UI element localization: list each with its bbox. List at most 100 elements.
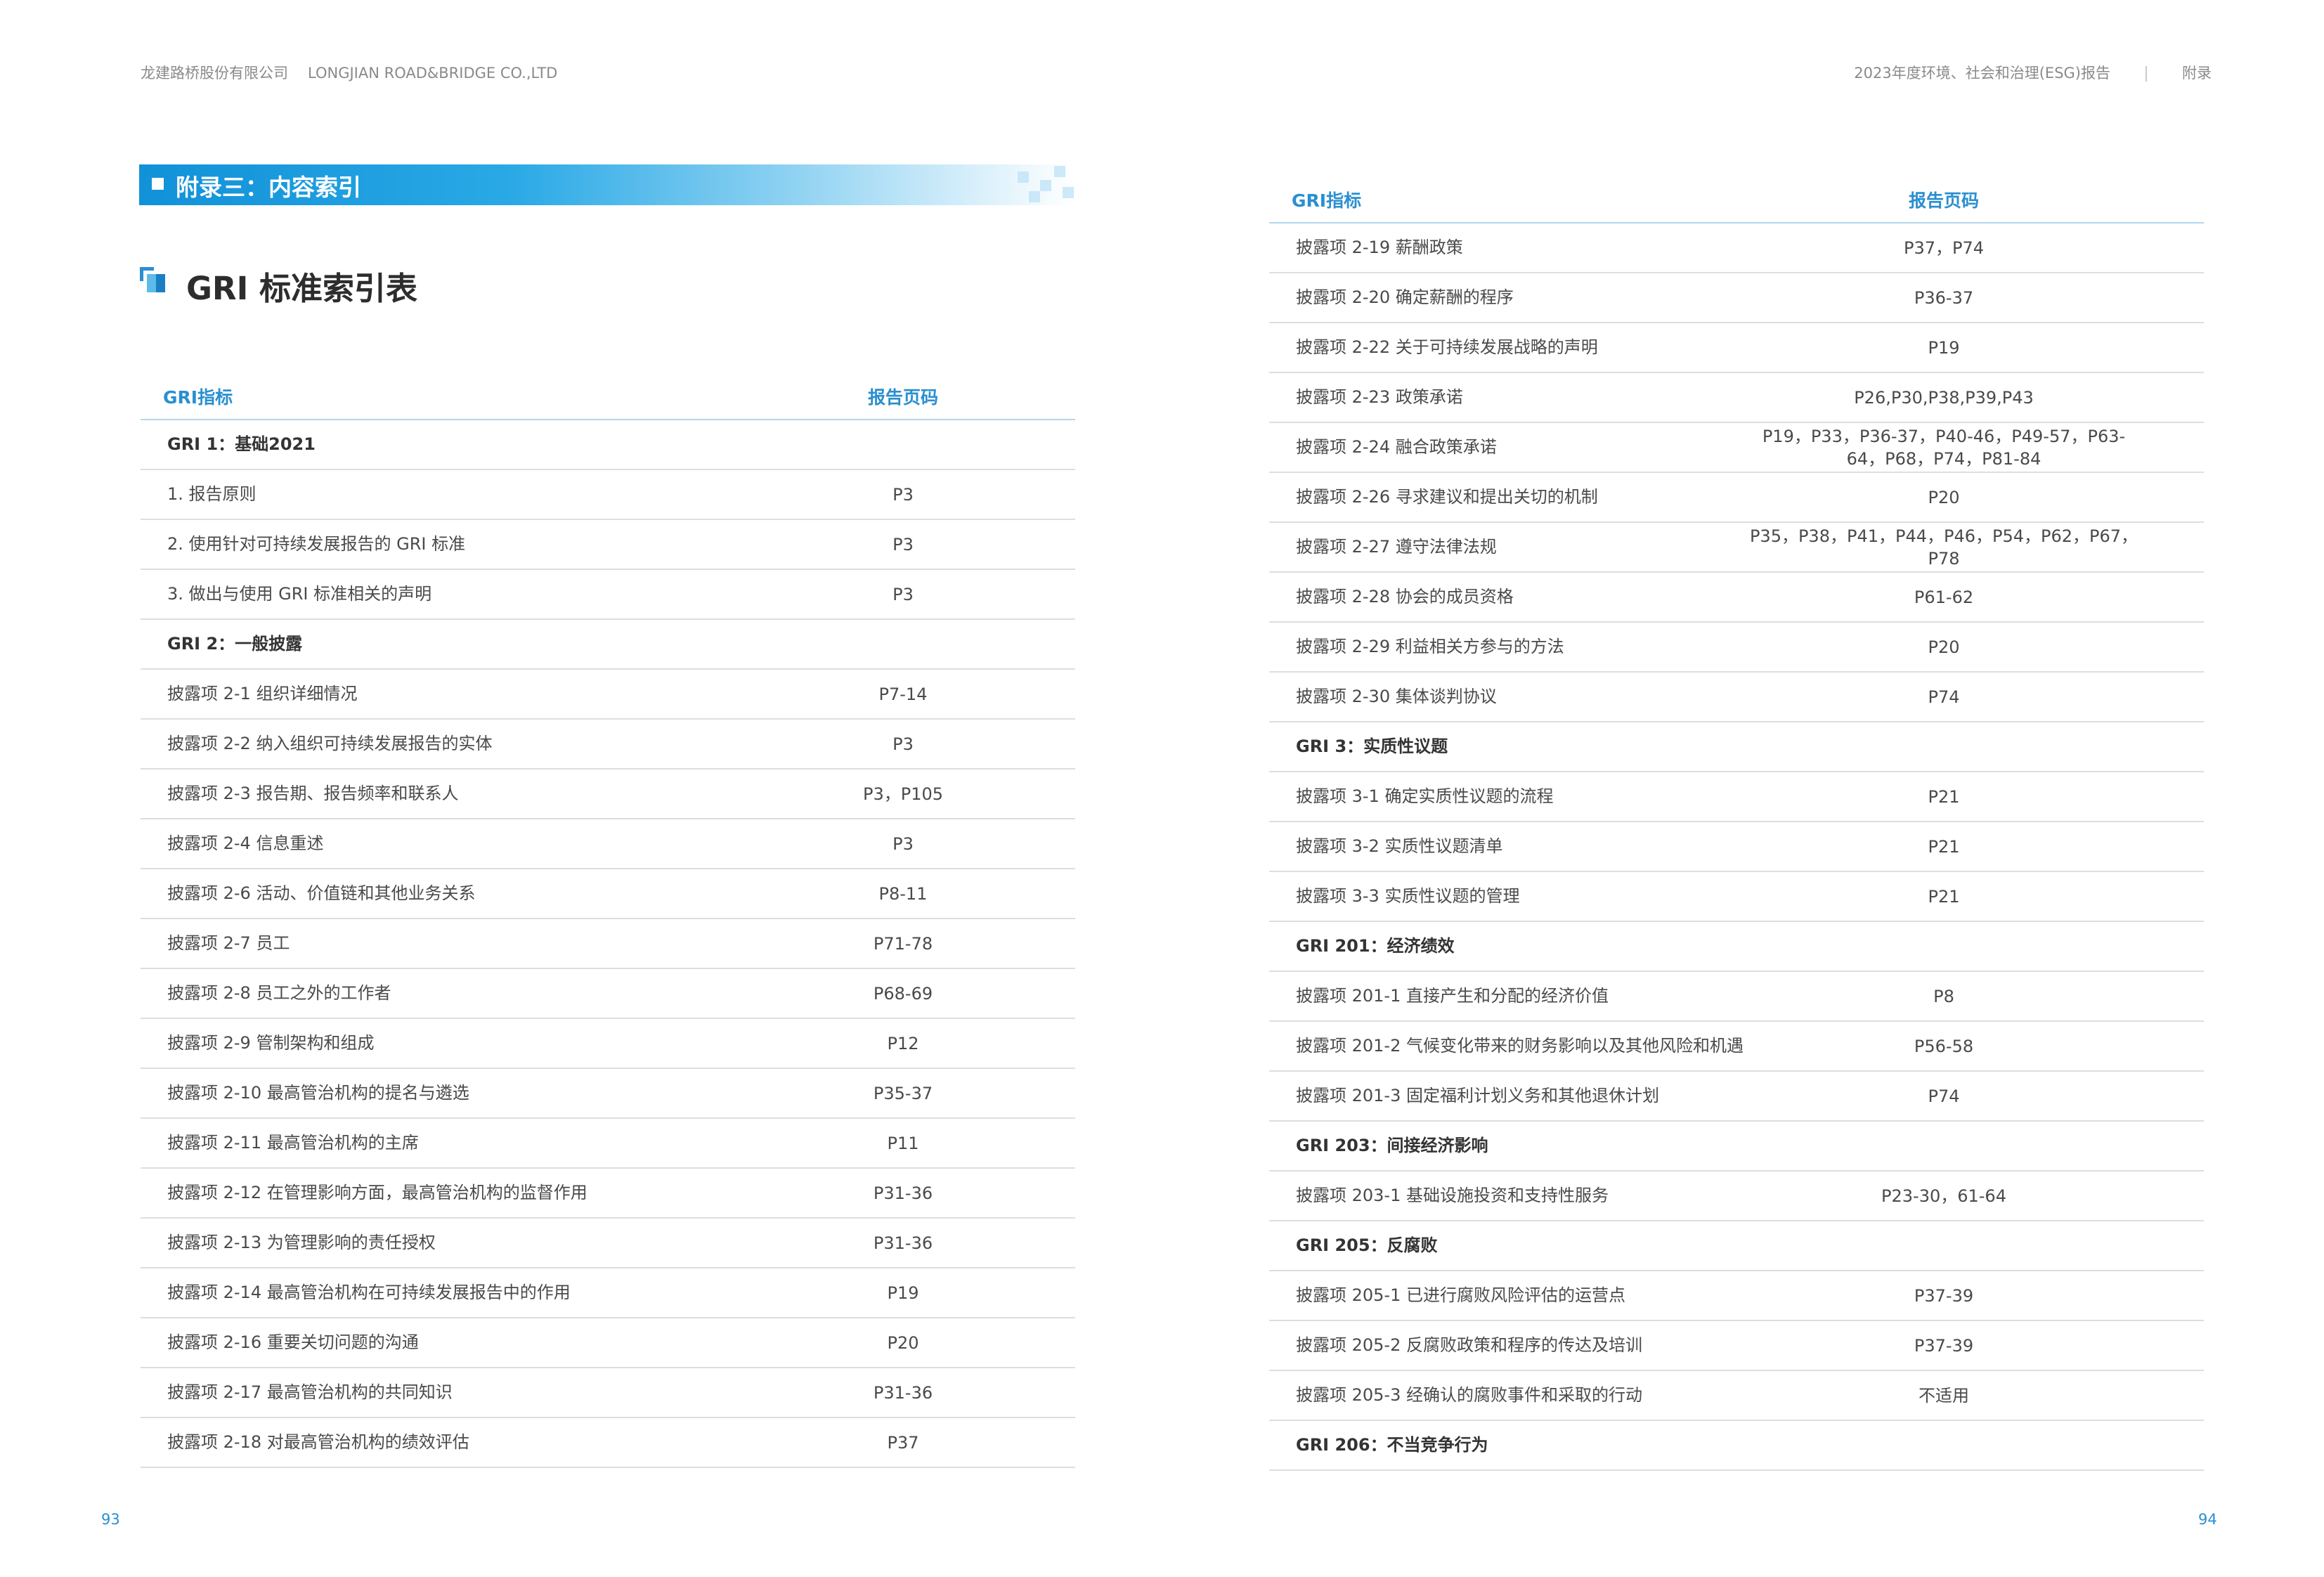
table-row: 披露项 201-3 固定福利计划义务和其他退休计划 P74 bbox=[1269, 1072, 2204, 1122]
indicator-cell: 披露项 2-12 在管理影响方面，最高管治机构的监督作用 bbox=[167, 1183, 588, 1202]
table-row: 披露项 205-2 反腐败政策和程序的传达及培训 P37-39 bbox=[1269, 1321, 2204, 1371]
table-row: 披露项 2-16 重要关切问题的沟通 P20 bbox=[141, 1318, 1075, 1368]
indicator-cell: GRI 201：经济绩效 bbox=[1296, 936, 1455, 956]
indicator-cell: 披露项 2-19 薪酬政策 bbox=[1296, 238, 1463, 257]
banner-pixel-decoration bbox=[1063, 187, 1074, 198]
indicator-cell: 披露项 2-29 利益相关方参与的方法 bbox=[1296, 637, 1564, 656]
indicator-cell: 披露项 2-13 为管理影响的责任授权 bbox=[167, 1233, 436, 1252]
indicator-cell: GRI 206：不当竞争行为 bbox=[1296, 1435, 1488, 1455]
table-row: 披露项 2-10 最高管治机构的提名与遴选 P35-37 bbox=[141, 1069, 1075, 1119]
indicator-cell: 披露项 205-1 已进行腐败风险评估的运营点 bbox=[1296, 1285, 1625, 1305]
page-cell: P3 bbox=[892, 833, 914, 854]
table-row: 披露项 2-29 利益相关方参与的方法 P20 bbox=[1269, 623, 2204, 673]
table-group-row: GRI 2：一般披露 bbox=[141, 620, 1075, 670]
page-cell bbox=[759, 620, 1047, 668]
table-row: 披露项 205-3 经确认的腐败事件和采取的行动 不适用 bbox=[1269, 1371, 2204, 1421]
indicator-cell: 披露项 2-9 管制架构和组成 bbox=[167, 1033, 375, 1053]
section-title-icon bbox=[140, 267, 165, 292]
indicator-cell: 披露项 2-24 融合政策承诺 bbox=[1296, 437, 1497, 457]
page-cell: P35，P38，P41，P44，P46，P54，P62，P67，P78 bbox=[1749, 526, 2138, 569]
banner-square-icon bbox=[152, 178, 164, 190]
page-cell: P26,P30,P38,P39,P43 bbox=[1854, 387, 2034, 408]
column-header-page: 报告页码 bbox=[1908, 190, 1979, 211]
table-row: 披露项 2-17 最高管治机构的共同知识 P31-36 bbox=[141, 1368, 1075, 1418]
page-cell: P20 bbox=[887, 1332, 919, 1353]
page-cell: P31-36 bbox=[873, 1233, 933, 1253]
table-row: 披露项 205-1 已进行腐败风险评估的运营点 P37-39 bbox=[1269, 1271, 2204, 1321]
page-cell bbox=[759, 420, 1047, 469]
table-group-row: GRI 201：经济绩效 bbox=[1269, 922, 2204, 972]
indicator-cell: 披露项 2-17 最高管治机构的共同知识 bbox=[167, 1382, 453, 1402]
indicator-cell: 披露项 2-28 协会的成员资格 bbox=[1296, 587, 1514, 606]
indicator-cell: 披露项 205-3 经确认的腐败事件和采取的行动 bbox=[1296, 1385, 1642, 1405]
indicator-cell: 披露项 2-1 组织详细情况 bbox=[167, 684, 358, 703]
indicator-cell: 2. 使用针对可持续发展报告的 GRI 标准 bbox=[167, 534, 466, 554]
page-cell bbox=[1747, 1221, 2141, 1270]
page-cell: P61-62 bbox=[1914, 587, 1974, 607]
page-cell: P71-78 bbox=[873, 933, 933, 954]
page-cell: P36-37 bbox=[1914, 287, 1974, 308]
banner-pixel-decoration bbox=[1040, 180, 1051, 191]
banner-pixel-decoration bbox=[1054, 166, 1065, 177]
banner-title: 附录三：内容索引 bbox=[176, 174, 361, 201]
indicator-cell: 披露项 2-16 重要关切问题的沟通 bbox=[167, 1332, 419, 1352]
page-cell: P74 bbox=[1928, 1086, 1960, 1106]
page-cell: P37，P74 bbox=[1903, 238, 1985, 258]
report-title: 2023年度环境、社会和治理(ESG)报告 bbox=[1854, 65, 2110, 82]
page-cell: P74 bbox=[1928, 687, 1960, 707]
page-cell: P21 bbox=[1928, 886, 1960, 907]
table-row: 披露项 2-26 寻求建议和提出关切的机制 P20 bbox=[1269, 473, 2204, 523]
page-cell: P37-39 bbox=[1914, 1335, 1974, 1356]
page-cell: P23-30，61-64 bbox=[1881, 1186, 2006, 1206]
page-cell bbox=[1747, 1421, 2141, 1469]
table-row: 披露项 2-6 活动、价值链和其他业务关系 P8-11 bbox=[141, 869, 1075, 919]
page-cell: P3 bbox=[892, 584, 914, 604]
table-group-row: GRI 3：实质性议题 bbox=[1269, 722, 2204, 772]
table-row: 披露项 2-3 报告期、报告频率和联系人 P3，P105 bbox=[141, 770, 1075, 819]
indicator-cell: 披露项 201-3 固定福利计划义务和其他退休计划 bbox=[1296, 1086, 1659, 1105]
gri-index-table-left: GRI指标 报告页码 GRI 1：基础2021 1. 报告原则 P3 2. 使用针对可… bbox=[141, 370, 1075, 1468]
indicator-cell: 披露项 2-10 最高管治机构的提名与遴选 bbox=[167, 1083, 469, 1103]
page-cell: P37 bbox=[887, 1432, 919, 1453]
indicator-cell: GRI 205：反腐败 bbox=[1296, 1235, 1438, 1255]
indicator-cell: 披露项 3-3 实质性议题的管理 bbox=[1296, 886, 1520, 906]
table-row: 披露项 201-2 气候变化带来的财务影响以及其他风险和机遇 P56-58 bbox=[1269, 1022, 2204, 1072]
table-row: 披露项 2-20 确定薪酬的程序 P36-37 bbox=[1269, 273, 2204, 323]
indicator-cell: GRI 203：间接经济影响 bbox=[1296, 1136, 1488, 1155]
table-row: 披露项 2-19 薪酬政策 P37，P74 bbox=[1269, 223, 2204, 273]
header-report: 2023年度环境、社会和治理(ESG)报告 附录 bbox=[1854, 62, 2212, 83]
table-row: 披露项 2-9 管制架构和组成 P12 bbox=[141, 1019, 1075, 1069]
page-cell: P35-37 bbox=[873, 1083, 933, 1103]
table-row: 2. 使用针对可持续发展报告的 GRI 标准 P3 bbox=[141, 520, 1075, 570]
indicator-cell: 披露项 2-4 信息重述 bbox=[167, 833, 324, 853]
indicator-cell: 披露项 3-1 确定实质性议题的流程 bbox=[1296, 786, 1554, 806]
table-row: 披露项 2-8 员工之外的工作者 P68-69 bbox=[141, 969, 1075, 1019]
table-row: 披露项 2-23 政策承诺 P26,P30,P38,P39,P43 bbox=[1269, 373, 2204, 423]
page-cell: P11 bbox=[887, 1133, 919, 1153]
table-row: 披露项 2-2 纳入组织可持续发展报告的实体 P3 bbox=[141, 720, 1075, 770]
company-name-cn: 龙建路桥股份有限公司 bbox=[141, 65, 288, 82]
indicator-cell: 披露项 2-18 对最高管治机构的绩效评估 bbox=[167, 1432, 469, 1452]
indicator-cell: 披露项 2-8 员工之外的工作者 bbox=[167, 983, 391, 1003]
page-cell bbox=[1747, 722, 2141, 771]
indicator-cell: 披露项 2-30 集体谈判协议 bbox=[1296, 687, 1497, 706]
table-row: 披露项 2-12 在管理影响方面，最高管治机构的监督作用 P31-36 bbox=[141, 1169, 1075, 1219]
section-title: GRI 标准索引表 bbox=[186, 270, 417, 307]
table-row: 披露项 2-22 关于可持续发展战略的声明 P19 bbox=[1269, 323, 2204, 373]
page-cell: P31-36 bbox=[873, 1382, 933, 1403]
column-header-indicator: GRI指标 bbox=[1292, 190, 1362, 211]
indicator-cell: GRI 3：实质性议题 bbox=[1296, 736, 1448, 756]
page-cell: P56-58 bbox=[1914, 1036, 1974, 1056]
indicator-cell: 披露项 2-6 活动、价值链和其他业务关系 bbox=[167, 883, 476, 903]
table-header: GRI指标 报告页码 bbox=[141, 370, 1075, 420]
header-section: 附录 bbox=[2182, 65, 2212, 82]
table-row: 披露项 2-30 集体谈判协议 P74 bbox=[1269, 673, 2204, 722]
page-cell: P31-36 bbox=[873, 1183, 933, 1203]
column-header-indicator: GRI指标 bbox=[163, 387, 233, 408]
page-cell: P19 bbox=[887, 1283, 919, 1303]
table-group-row: GRI 203：间接经济影响 bbox=[1269, 1122, 2204, 1172]
indicator-cell: 3. 做出与使用 GRI 标准相关的声明 bbox=[167, 584, 432, 604]
table-row: 披露项 203-1 基础设施投资和支持性服务 P23-30，61-64 bbox=[1269, 1172, 2204, 1221]
indicator-cell: 披露项 2-23 政策承诺 bbox=[1296, 387, 1463, 407]
indicator-cell: 披露项 2-14 最高管治机构在可持续发展报告中的作用 bbox=[167, 1283, 571, 1302]
